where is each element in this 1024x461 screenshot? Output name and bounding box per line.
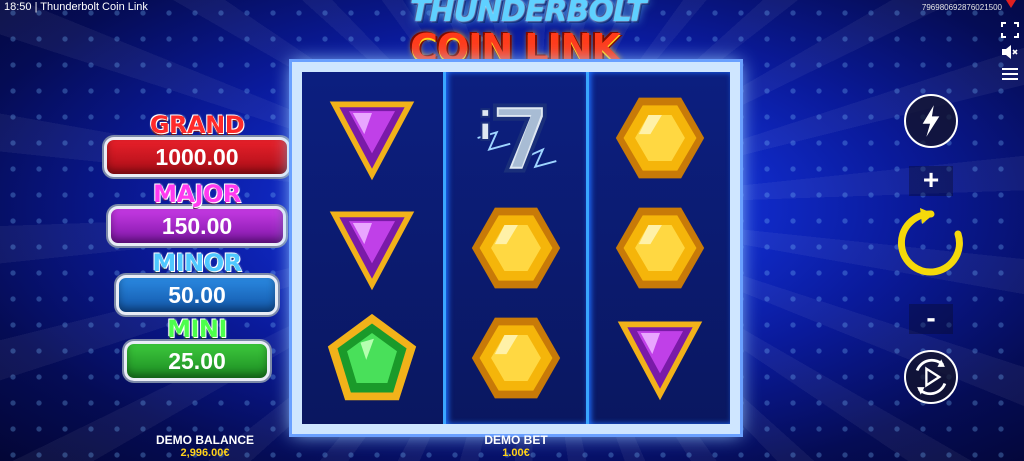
gold-hexagon-gem-icon [468, 200, 564, 296]
jackpot-value: 50.00 [116, 275, 278, 315]
reel-frame [292, 62, 740, 434]
autoplay-button[interactable] [904, 350, 958, 404]
balance-value: 2,996.00€ [180, 447, 230, 459]
spin-arrow-icon [897, 208, 963, 276]
increase-bet-button[interactable]: + [909, 166, 953, 196]
jackpot-mini: MINI 25.00 [124, 317, 270, 381]
reel-3 [586, 72, 731, 424]
turbo-button[interactable] [904, 94, 958, 148]
autoplay-icon [915, 358, 947, 396]
logo-line-1: THUNDERBOLT [410, 0, 647, 29]
jackpot-value: 150.00 [108, 206, 286, 246]
jackpot-name: MINI [167, 315, 227, 343]
purple-triangle-gem-icon [324, 200, 420, 296]
decrease-bet-button[interactable]: - [909, 304, 953, 334]
demo-balance: DEMO BALANCE 2,996.00€ [140, 433, 270, 460]
gold-hexagon-gem-icon [612, 90, 708, 186]
menu-icon[interactable] [1001, 66, 1019, 82]
game-stage: 18:50 | Thunderbolt Coin Link 7969806928… [0, 0, 1024, 461]
jackpot-minor: MINOR 50.00 [116, 251, 278, 315]
fullscreen-icon[interactable] [1001, 22, 1019, 38]
gold-hexagon-gem-icon [612, 200, 708, 296]
demo-bet[interactable]: DEMO BET 1.00€ [466, 433, 566, 460]
bet-value: 1.00€ [502, 447, 530, 459]
lightning-icon [922, 105, 940, 137]
bet-label: DEMO BET [484, 433, 548, 447]
jackpot-grand: GRAND 1000.00 [104, 113, 290, 177]
spin-button[interactable] [892, 204, 970, 282]
jackpot-name: GRAND [149, 111, 245, 139]
time-title: 18:50 | Thunderbolt Coin Link [4, 1, 148, 13]
session-id: 796980692876021500 [921, 2, 1002, 12]
purple-triangle-gem-icon [324, 90, 420, 186]
gold-hexagon-gem-icon [468, 310, 564, 406]
jackpot-major: MAJOR 150.00 [108, 182, 286, 246]
brand-logo-icon [1006, 0, 1016, 8]
reel-2 [442, 72, 587, 424]
jackpot-value: 25.00 [124, 341, 270, 381]
reels [302, 72, 731, 424]
sound-mute-icon[interactable] [1001, 44, 1019, 60]
jackpot-name: MINOR [152, 249, 242, 277]
purple-triangle-gem-icon [612, 310, 708, 406]
reel-1 [302, 72, 443, 424]
balance-label: DEMO BALANCE [156, 433, 254, 447]
utility-controls [1000, 22, 1020, 82]
jackpot-name: MAJOR [153, 180, 241, 208]
green-pentagon-gem-icon [324, 310, 420, 406]
jackpot-value: 1000.00 [104, 137, 290, 177]
lucky-seven-icon [468, 90, 564, 186]
